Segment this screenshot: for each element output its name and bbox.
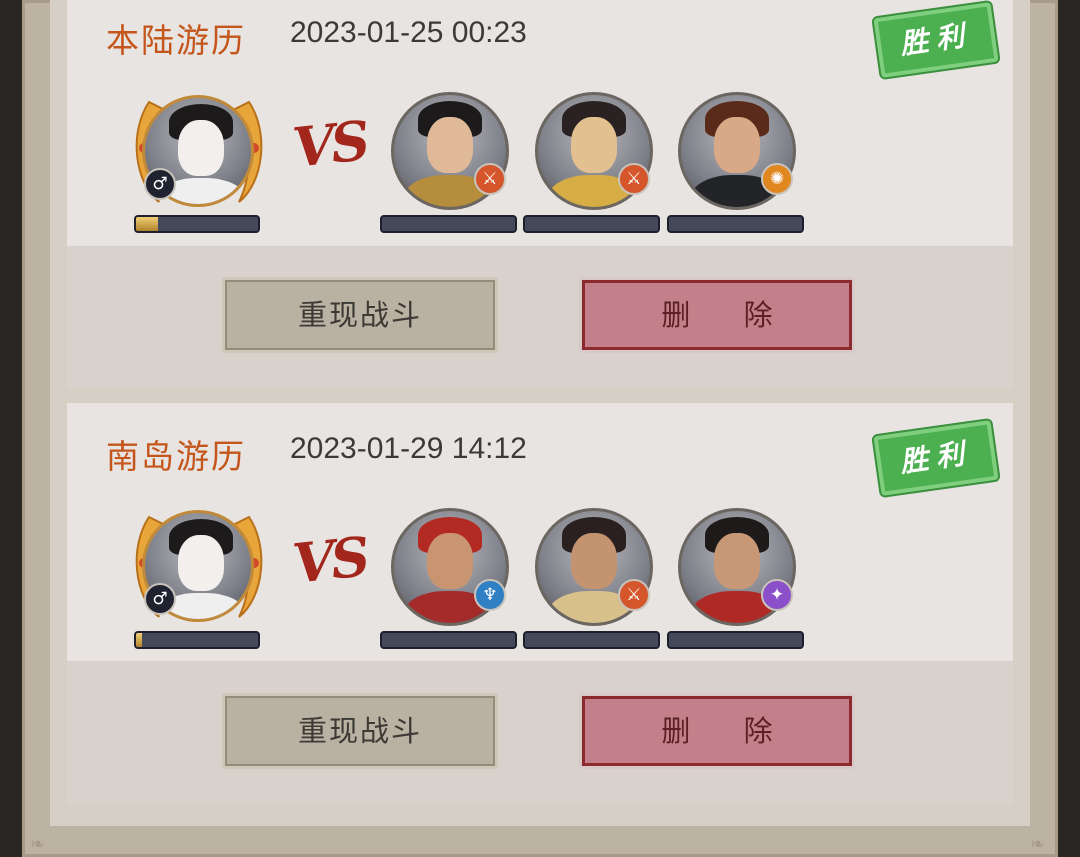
victory-stamp: 胜利 xyxy=(873,420,999,496)
player-progress-bar xyxy=(134,631,260,649)
enemy-health-bar xyxy=(523,631,660,649)
sword-icon: ⚔ xyxy=(474,163,506,195)
battle-record-header: 南岛游历 2023-01-29 14:12 胜利 ♂ VS ♆ ⚔ ✦ xyxy=(67,403,1013,661)
trident-icon: ♆ xyxy=(474,579,506,611)
enemy-health-bar xyxy=(523,215,660,233)
enemy-health-bar xyxy=(667,215,804,233)
versus-label: VS xyxy=(289,108,370,180)
sword-icon: ⚔ xyxy=(618,579,650,611)
male-icon: ♂ xyxy=(144,168,176,200)
enemy-health-bar xyxy=(380,631,517,649)
magic-icon: ✦ xyxy=(761,579,793,611)
frame-corner-ornament: ❧ xyxy=(1030,834,1046,855)
sword-icon: ⚔ xyxy=(618,163,650,195)
replay-battle-button[interactable]: 重现战斗 xyxy=(222,277,498,353)
battle-time: 2023-01-29 14:12 xyxy=(290,432,527,465)
delete-button[interactable]: 删 除 xyxy=(579,693,855,769)
enemy-health-bar xyxy=(380,215,517,233)
player-progress-fill xyxy=(136,633,143,647)
battle-time: 2023-01-25 00:23 xyxy=(290,16,527,49)
battle-record-card: 南岛游历 2023-01-29 14:12 胜利 ♂ VS ♆ ⚔ ✦ 重现战斗… xyxy=(67,403,1013,805)
player-progress-bar xyxy=(134,215,260,233)
battle-record-card: 本陆游历 2023-01-25 00:23 胜利 ♂ VS ⚔ ⚔ ✺ 重现战斗… xyxy=(67,0,1013,388)
delete-button[interactable]: 删 除 xyxy=(579,277,855,353)
replay-battle-button[interactable]: 重现战斗 xyxy=(222,693,498,769)
battle-record-header: 本陆游历 2023-01-25 00:23 胜利 ♂ VS ⚔ ⚔ ✺ xyxy=(67,0,1013,246)
victory-stamp: 胜利 xyxy=(873,2,999,78)
versus-label: VS xyxy=(289,524,370,596)
fire-icon: ✺ xyxy=(761,163,793,195)
enemy-health-bar xyxy=(667,631,804,649)
male-icon: ♂ xyxy=(144,583,176,615)
battle-title: 本陆游历 xyxy=(106,21,246,60)
frame-corner-ornament: ❧ xyxy=(30,834,46,855)
player-progress-fill xyxy=(136,217,158,231)
battle-title: 南岛游历 xyxy=(106,437,246,476)
